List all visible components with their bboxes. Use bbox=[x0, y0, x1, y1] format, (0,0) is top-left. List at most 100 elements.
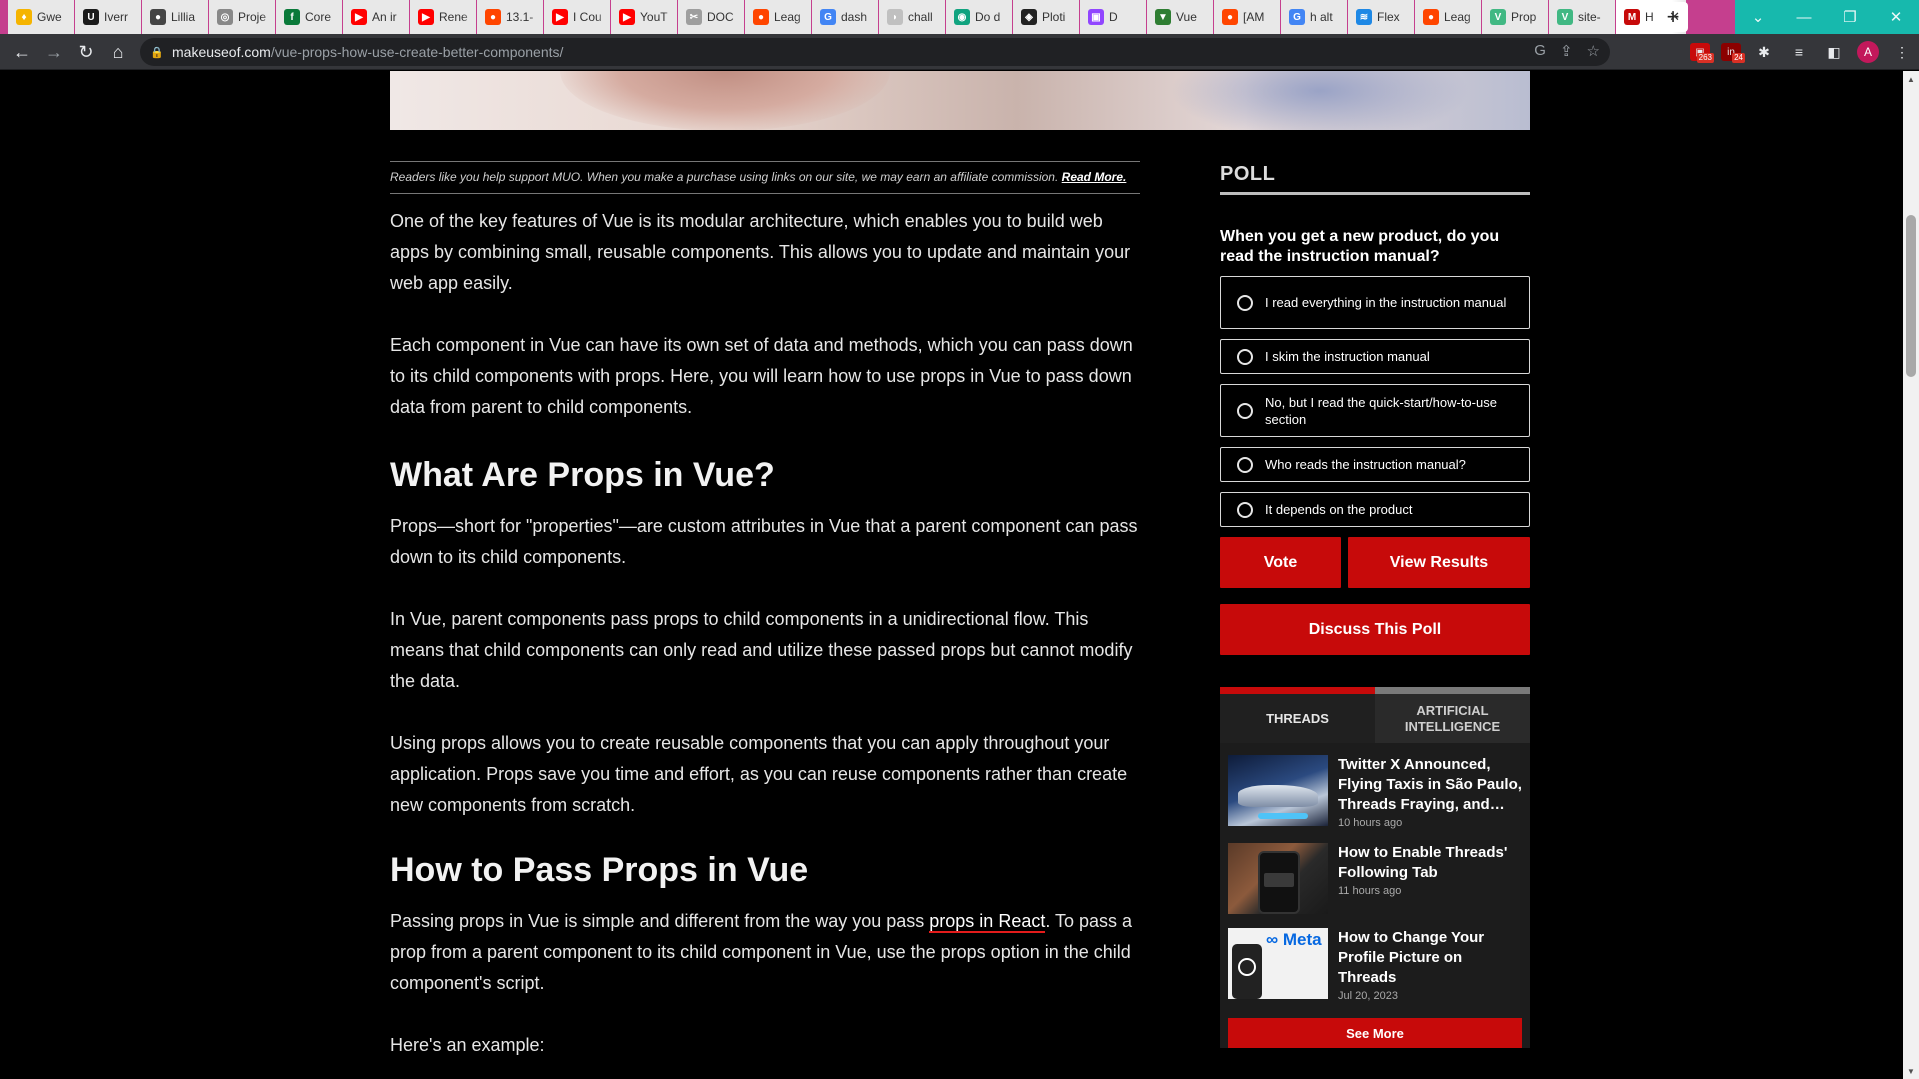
disclosure-text: Readers like you help support MUO. When … bbox=[390, 170, 1059, 184]
back-arrow-icon[interactable]: ← bbox=[10, 40, 34, 64]
paragraph-4: In Vue, parent components pass props to … bbox=[390, 609, 1133, 691]
radio-button-icon[interactable] bbox=[1237, 348, 1253, 365]
browser-tab[interactable]: ♦ Gwe bbox=[8, 0, 74, 34]
poll-option[interactable]: I skim the instruction manual bbox=[1220, 339, 1530, 374]
see-more-button[interactable]: See More bbox=[1228, 1018, 1522, 1048]
browser-tab[interactable]: ▶ Rene bbox=[410, 0, 476, 34]
thread-thumbnail[interactable] bbox=[1228, 843, 1328, 914]
thread-thumbnail[interactable] bbox=[1228, 755, 1328, 826]
minimize-icon[interactable]: — bbox=[1781, 0, 1827, 34]
address-bar[interactable]: 🔒 makeuseof.com/vue-props-how-use-create… bbox=[140, 38, 1610, 66]
tab-favicon-icon: ◎ bbox=[217, 9, 233, 25]
poll-option-label: Who reads the instruction manual? bbox=[1265, 457, 1466, 472]
poll-option[interactable]: Who reads the instruction manual? bbox=[1220, 447, 1530, 482]
poll-option[interactable]: No, but I read the quick-start/how-to-us… bbox=[1220, 384, 1530, 437]
extension-badge-icon[interactable]: ▣ 263 bbox=[1690, 43, 1714, 63]
browser-tab[interactable]: ▣ D bbox=[1080, 0, 1146, 34]
read-more-link[interactable]: Read More. bbox=[1062, 170, 1127, 184]
browser-tab[interactable]: V Prop bbox=[1482, 0, 1548, 34]
thread-title[interactable]: How to Change Your Profile Picture on Th… bbox=[1338, 928, 1522, 988]
radio-button-icon[interactable] bbox=[1237, 402, 1253, 419]
thread-time: Jul 20, 2023 bbox=[1338, 990, 1398, 1002]
thread-title[interactable]: Twitter X Announced, Flying Taxis in São… bbox=[1338, 755, 1522, 815]
tab-favicon-icon: ▣ bbox=[1088, 9, 1104, 25]
poll-question: When you get a new product, do you read … bbox=[1220, 228, 1500, 265]
thread-item[interactable]: How to Enable Threads' Following Tab 11 … bbox=[1220, 843, 1530, 914]
scroll-down-arrow-icon[interactable]: ▼ bbox=[1903, 1063, 1919, 1079]
browser-tab[interactable]: Gh alt bbox=[1281, 0, 1347, 34]
thread-item[interactable]: Twitter X Announced, Flying Taxis in São… bbox=[1220, 755, 1530, 829]
thread-item[interactable]: ∞ Meta How to Change Your Profile Pictur… bbox=[1220, 928, 1530, 1002]
browser-tab[interactable]: ≋ Flex bbox=[1348, 0, 1414, 34]
browser-tab[interactable]: ▼ Vue bbox=[1147, 0, 1213, 34]
tab-favicon-icon: ◈ bbox=[1021, 9, 1037, 25]
scrollbar-thumb[interactable] bbox=[1906, 215, 1916, 377]
bookmark-star-icon[interactable]: ☆ bbox=[1587, 42, 1600, 60]
tab-title: I Cou bbox=[573, 10, 602, 24]
paragraph-2: Each component in Vue can have its own s… bbox=[390, 335, 1133, 417]
radio-button-icon[interactable] bbox=[1237, 294, 1253, 311]
browser-tab[interactable]: ▶ An ir bbox=[343, 0, 409, 34]
browser-tab[interactable]: ◗ chall bbox=[879, 0, 945, 34]
radio-button-icon[interactable] bbox=[1237, 456, 1253, 473]
thread-thumbnail[interactable]: ∞ Meta bbox=[1228, 928, 1328, 999]
radio-button-icon[interactable] bbox=[1237, 501, 1253, 518]
tab-title: DOC bbox=[707, 10, 734, 24]
tab-title: chall bbox=[908, 10, 933, 24]
tab-favicon-icon: ▼ bbox=[1155, 9, 1171, 25]
close-window-icon[interactable]: ✕ bbox=[1873, 0, 1919, 34]
browser-tab[interactable]: ✂ DOC bbox=[678, 0, 744, 34]
menu-kebab-icon[interactable]: ⋮ bbox=[1890, 40, 1914, 64]
sidebar: POLL When you get a new product, do you … bbox=[1220, 161, 1530, 1048]
poll-option-label: No, but I read the quick-start/how-to-us… bbox=[1265, 394, 1497, 427]
forward-arrow-icon[interactable]: → bbox=[42, 40, 66, 64]
tab-favicon-icon: G bbox=[820, 9, 836, 25]
profile-avatar[interactable]: A bbox=[1857, 41, 1879, 63]
poll-option[interactable]: It depends on the product bbox=[1220, 492, 1530, 527]
tab-favicon-icon: ◉ bbox=[954, 9, 970, 25]
tab-title: dash bbox=[841, 10, 868, 24]
vote-button[interactable]: Vote bbox=[1220, 537, 1341, 588]
home-icon[interactable]: ⌂ bbox=[106, 40, 130, 64]
browser-tab[interactable]: ◎ Proje bbox=[209, 0, 275, 34]
close-tab-icon[interactable]: ✕ bbox=[1669, 9, 1680, 25]
tab-favicon-icon: ≋ bbox=[1356, 9, 1372, 25]
browser-tab[interactable]: ● [AM bbox=[1214, 0, 1280, 34]
browser-tab[interactable]: U Iverr bbox=[75, 0, 141, 34]
browser-tab[interactable]: Gdash bbox=[812, 0, 878, 34]
browser-tab[interactable]: ◈ Ploti bbox=[1013, 0, 1079, 34]
url-text[interactable]: makeuseof.com/vue-props-how-use-create-b… bbox=[172, 44, 563, 60]
browser-tab[interactable]: ▶ I Cou bbox=[544, 0, 610, 34]
lock-icon[interactable]: 🔒 bbox=[150, 45, 164, 59]
browser-tab[interactable]: ● Lillia bbox=[142, 0, 208, 34]
props-in-react-link[interactable]: props in React bbox=[929, 911, 1046, 933]
share-icon[interactable]: ⇪ bbox=[1560, 42, 1573, 60]
google-lens-icon[interactable]: G bbox=[1534, 42, 1546, 60]
poll-option[interactable]: I read everything in the instruction man… bbox=[1220, 276, 1530, 329]
page-scrollbar[interactable]: ▲ ▼ bbox=[1903, 71, 1919, 1079]
tab-favicon-icon: ▶ bbox=[351, 9, 367, 25]
puzzle-extensions-icon[interactable]: ✱ bbox=[1752, 40, 1776, 64]
tab-threads[interactable]: THREADS bbox=[1220, 687, 1375, 743]
reading-list-icon[interactable]: ≡ bbox=[1787, 40, 1811, 64]
restore-icon[interactable]: ❐ bbox=[1827, 0, 1873, 34]
browser-tab[interactable]: ● 13.1- bbox=[477, 0, 543, 34]
extension-badge-icon-2[interactable]: in 24 bbox=[1721, 43, 1745, 63]
browser-tab[interactable]: ◉ Do d bbox=[946, 0, 1012, 34]
tab-search-chevron-icon[interactable]: ⌄ bbox=[1735, 0, 1781, 34]
side-panel-icon[interactable]: ◧ bbox=[1822, 40, 1846, 64]
browser-tab[interactable]: f Core bbox=[276, 0, 342, 34]
browser-tab[interactable]: ● Leag bbox=[1415, 0, 1481, 34]
thread-title[interactable]: How to Enable Threads' Following Tab bbox=[1338, 843, 1522, 883]
tab-artificial-intelligence[interactable]: ARTIFICIAL INTELLIGENCE bbox=[1375, 687, 1530, 743]
paragraph-7: Here's an example: bbox=[390, 1035, 545, 1055]
browser-tab[interactable]: Vsite- bbox=[1549, 0, 1615, 34]
view-results-button[interactable]: View Results bbox=[1348, 537, 1530, 588]
browser-tab[interactable]: ▶ YouT bbox=[611, 0, 677, 34]
tab-favicon-icon: ● bbox=[485, 9, 501, 25]
scroll-up-arrow-icon[interactable]: ▲ bbox=[1903, 71, 1919, 87]
reload-icon[interactable]: ↻ bbox=[74, 40, 98, 64]
tab-favicon-icon: U bbox=[83, 9, 99, 25]
discuss-poll-button[interactable]: Discuss This Poll bbox=[1220, 604, 1530, 655]
browser-tab[interactable]: ● Leag bbox=[745, 0, 811, 34]
